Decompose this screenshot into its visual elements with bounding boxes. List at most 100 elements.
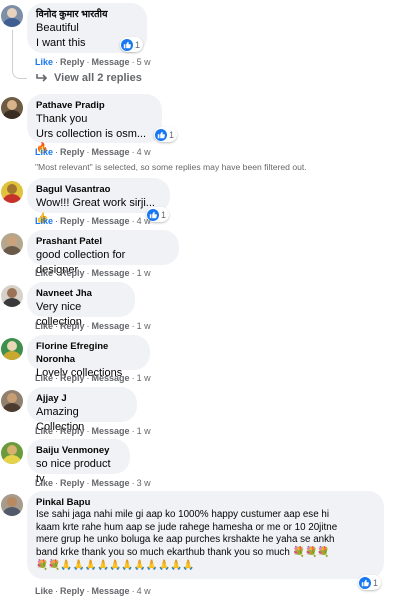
comment-actions: Like · Reply · Message · 5 w <box>35 56 151 68</box>
comment-bubble: Navneet Jha Very nice collection <box>27 282 135 328</box>
reply-button[interactable]: Reply <box>60 373 85 383</box>
comment-actions: Like · Reply · Message · 1 w <box>35 425 151 437</box>
comment-author[interactable]: Navneet Jha <box>36 287 125 300</box>
reaction-count-value: 1 <box>135 39 141 50</box>
avatar[interactable] <box>1 390 23 412</box>
reaction-count-value: 1 <box>161 209 167 220</box>
comment-time[interactable]: 4 w <box>137 586 151 596</box>
like-button[interactable]: Like <box>35 586 53 596</box>
avatar[interactable] <box>1 233 23 255</box>
comment-text: band krke thank you so much ekarthub tha… <box>36 547 374 560</box>
comment-time[interactable]: 1 w <box>137 321 151 331</box>
comment-bubble: Prashant Patel good collection for desig… <box>27 230 179 276</box>
like-button[interactable]: Like <box>35 426 53 436</box>
avatar[interactable] <box>1 285 23 307</box>
comment-bubble: Baiju Venmoney so nice product ty <box>27 439 130 485</box>
reply-button[interactable]: Reply <box>60 216 85 226</box>
separator: · <box>55 216 59 226</box>
comment-actions: Like · Reply · Message · 1 w <box>35 320 151 332</box>
comment-actions: Like · Reply · Message · 4 w <box>35 215 151 227</box>
comment-author[interactable]: Prashant Patel <box>36 235 169 248</box>
avatar[interactable] <box>1 494 23 516</box>
avatar[interactable] <box>1 97 23 119</box>
reply-button[interactable]: Reply <box>60 57 85 67</box>
comment-bubble: Florine Efregine Noronha Lovely collecti… <box>27 335 150 379</box>
like-button[interactable]: Like <box>35 57 53 67</box>
message-button[interactable]: Message <box>92 373 130 383</box>
comment-author[interactable]: Ajjay J <box>36 392 127 405</box>
separator: · <box>86 147 90 157</box>
comment-bubble: Pinkal Bapu Ise sahi jaga nahi mile gi a… <box>27 491 384 579</box>
separator: · <box>55 147 59 157</box>
message-button[interactable]: Message <box>92 478 130 488</box>
reaction-count-value: 1 <box>373 577 379 588</box>
comment-time[interactable]: 1 w <box>137 373 151 383</box>
separator: · <box>131 373 135 383</box>
bouquet-emoji-icon: 💐💐💐 <box>292 546 330 558</box>
comment-time[interactable]: 5 w <box>137 57 151 67</box>
like-button[interactable]: Like <box>35 147 53 157</box>
comment-time[interactable]: 3 w <box>137 478 151 488</box>
reaction-count-value: 1 <box>169 129 175 140</box>
message-button[interactable]: Message <box>92 321 130 331</box>
thread-line <box>12 30 13 66</box>
comment-actions: Like · Reply · Message · 4 w <box>35 585 151 597</box>
reply-button[interactable]: Reply <box>60 478 85 488</box>
comment-time[interactable]: 4 w <box>137 216 151 226</box>
reply-button[interactable]: Reply <box>60 147 85 157</box>
comment-author[interactable]: Florine Efregine Noronha <box>36 340 140 366</box>
like-button[interactable]: Like <box>35 373 53 383</box>
avatar[interactable] <box>1 442 23 464</box>
comment-actions: Like · Reply · Message · 3 w <box>35 477 151 489</box>
separator: · <box>86 478 90 488</box>
like-button[interactable]: Like <box>35 478 53 488</box>
comment-time[interactable]: 1 w <box>137 426 151 436</box>
reaction-count[interactable]: 1 <box>120 37 144 52</box>
comment-text: Thank you <box>36 113 88 125</box>
thread-curve <box>12 66 27 79</box>
comment-text: kaam krte rahe hum aap se jude rahege ha… <box>36 521 338 533</box>
message-button[interactable]: Message <box>92 268 130 278</box>
reply-button[interactable]: Reply <box>60 321 85 331</box>
separator: · <box>86 321 90 331</box>
comment-time[interactable]: 4 w <box>137 147 151 157</box>
comment-author[interactable]: Baiju Venmoney <box>36 444 120 457</box>
reply-button[interactable]: Reply <box>60 426 85 436</box>
avatar[interactable] <box>1 181 23 203</box>
comment-author[interactable]: विनोद कुमार भारतीय <box>36 8 137 21</box>
like-button[interactable]: Like <box>35 268 53 278</box>
comment-actions: Like · Reply · Message · 4 w <box>35 146 151 158</box>
separator: · <box>131 216 135 226</box>
separator: · <box>55 268 59 278</box>
message-button[interactable]: Message <box>92 216 130 226</box>
view-replies-link[interactable]: View all 2 replies <box>36 72 142 84</box>
message-button[interactable]: Message <box>92 426 130 436</box>
comment-text-part: Urs collection is osm... <box>36 127 147 140</box>
reply-button[interactable]: Reply <box>60 586 85 596</box>
separator: · <box>86 57 90 67</box>
reaction-count[interactable]: 1 <box>358 575 382 590</box>
separator: · <box>86 426 90 436</box>
message-button[interactable]: Message <box>92 586 130 596</box>
avatar[interactable] <box>1 338 23 360</box>
reaction-count[interactable]: 1 <box>154 127 178 142</box>
comment-time[interactable]: 1 w <box>137 268 151 278</box>
message-button[interactable]: Message <box>92 147 130 157</box>
like-reaction-icon <box>121 38 133 51</box>
comment-emoji-line: 💐💐🙏🙏🙏🙏🙏🙏🙏🙏🙏🙏🙏 <box>36 560 195 571</box>
comment-author[interactable]: Pathave Pradip <box>36 99 152 112</box>
separator: · <box>55 478 59 488</box>
comment-author[interactable]: Bagul Vasantrao <box>36 183 160 196</box>
reply-button[interactable]: Reply <box>60 268 85 278</box>
like-button[interactable]: Like <box>35 216 53 226</box>
reply-arrow-icon <box>36 74 48 82</box>
view-replies-label: View all 2 replies <box>54 72 142 84</box>
comment-author[interactable]: Pinkal Bapu <box>36 496 374 509</box>
separator: · <box>131 478 135 488</box>
avatar[interactable] <box>1 5 23 27</box>
separator: · <box>55 57 59 67</box>
message-button[interactable]: Message <box>92 57 130 67</box>
like-button[interactable]: Like <box>35 321 53 331</box>
comment-text-part: band krke thank you so much ekarthub tha… <box>36 546 290 558</box>
separator: · <box>131 268 135 278</box>
